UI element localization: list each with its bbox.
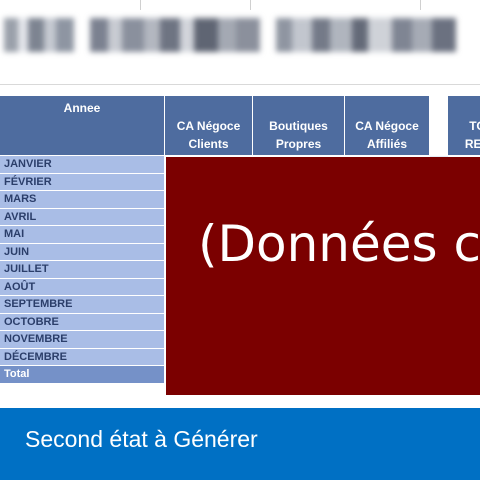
header-annee: Annee <box>0 96 165 155</box>
total-row: Total <box>0 366 164 384</box>
footer-banner: Second état à Générer <box>0 408 480 480</box>
blurred-header-region <box>0 0 480 85</box>
header-label: TO RED <box>464 119 480 151</box>
month-row: AVRIL <box>0 208 164 226</box>
header-total-red: TO RED <box>448 96 480 155</box>
header-label: Boutiques Propres <box>269 119 328 151</box>
column-gridline <box>140 0 141 10</box>
header-label: CA Négoce Affiliés <box>355 119 419 151</box>
footer-title: Second état à Générer <box>25 426 258 452</box>
month-row: MARS <box>0 191 164 209</box>
month-row: SEPTEMBRE <box>0 296 164 314</box>
blurred-text <box>4 18 74 52</box>
overlay-text: (Données c <box>198 215 480 273</box>
blurred-text <box>276 18 456 52</box>
data-overlay: (Données c <box>166 157 480 395</box>
month-row: DÉCEMBRE <box>0 348 164 366</box>
month-row: FÉVRIER <box>0 173 164 191</box>
month-row: JUILLET <box>0 261 164 279</box>
header-ca-negoce-affilies: CA Négoce Affiliés <box>345 96 430 155</box>
month-column: JANVIER FÉVRIER MARS AVRIL MAI JUIN JUIL… <box>0 156 164 384</box>
column-gridline <box>420 0 421 10</box>
header-label: Annee <box>63 101 101 115</box>
header-boutiques-propres: Boutiques Propres <box>253 96 345 155</box>
month-row: OCTOBRE <box>0 313 164 331</box>
month-row: JUIN <box>0 243 164 261</box>
blurred-text <box>90 18 260 52</box>
month-row: JANVIER <box>0 156 164 174</box>
month-row: MAI <box>0 226 164 244</box>
header-ca-negoce-clients: CA Négoce Clients <box>165 96 253 155</box>
header-label: CA Négoce Clients <box>176 119 241 151</box>
column-gridline <box>250 0 251 10</box>
spreadsheet-table: Annee CA Négoce Clients Boutiques Propre… <box>0 96 480 408</box>
month-row: AOÛT <box>0 278 164 296</box>
month-row: NOVEMBRE <box>0 331 164 349</box>
